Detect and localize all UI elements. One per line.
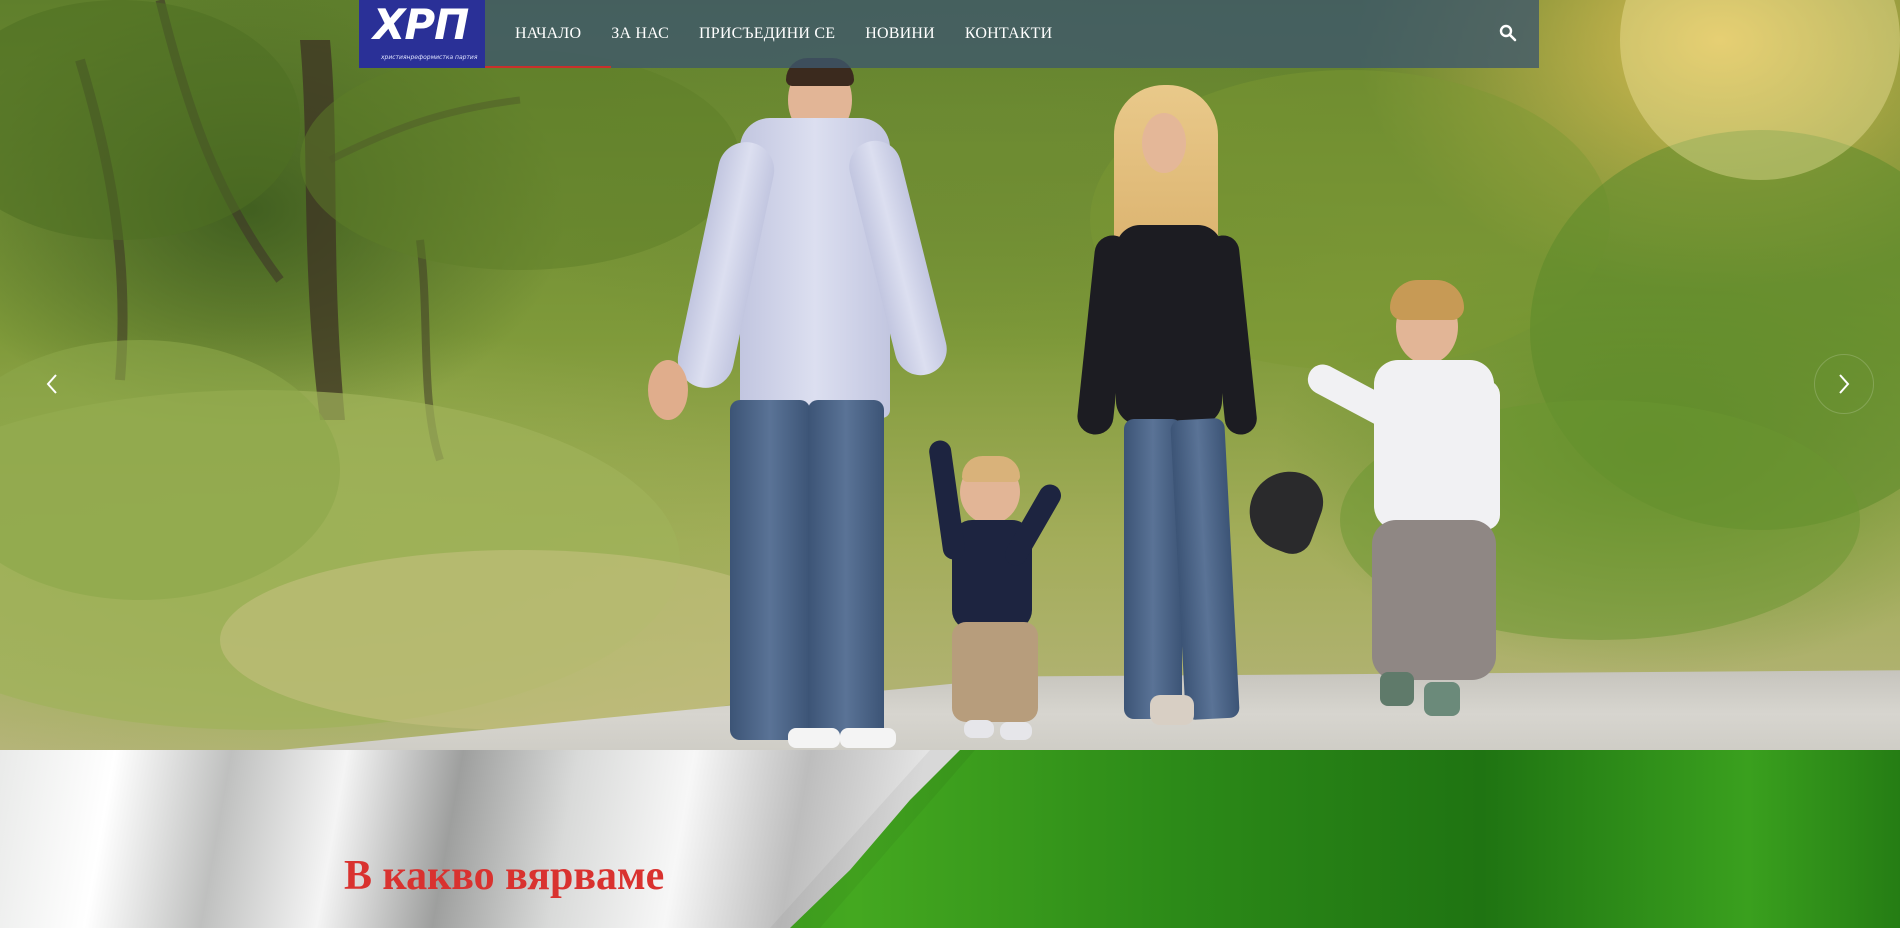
logo-tagline: християнреформистка партия — [381, 54, 478, 61]
logo-text: ХРП — [373, 0, 469, 49]
nav-item-home[interactable]: НАЧАЛО — [484, 0, 612, 68]
slider-prev-button[interactable] — [32, 364, 72, 404]
nav-item-join[interactable]: ПРИСЪЕДИНИ СЕ — [699, 0, 835, 68]
nav-item-about[interactable]: ЗА НАС — [611, 0, 669, 68]
beliefs-section — [0, 750, 1900, 928]
search-button[interactable] — [1499, 24, 1519, 44]
nav-menu: НАЧАЛО ЗА НАС ПРИСЪЕДИНИ СЕ НОВИНИ КОНТА… — [484, 0, 1082, 68]
nav-item-news[interactable]: НОВИНИ — [865, 0, 935, 68]
boy-figure — [1300, 280, 1520, 740]
father-figure — [640, 58, 960, 750]
section-title: В какво вярваме — [344, 853, 665, 899]
mother-figure — [1050, 85, 1290, 745]
search-icon — [1499, 24, 1517, 42]
hero-slider — [0, 0, 1900, 750]
chevron-right-icon — [1839, 374, 1850, 394]
main-navbar: ХРП християнреформистка партия НАЧАЛО ЗА… — [359, 0, 1539, 68]
chevron-left-icon — [46, 374, 57, 394]
nav-item-contacts[interactable]: КОНТАКТИ — [965, 0, 1053, 68]
site-logo[interactable]: ХРП християнреформистка партия — [359, 0, 485, 68]
slider-next-button[interactable] — [1814, 354, 1874, 414]
